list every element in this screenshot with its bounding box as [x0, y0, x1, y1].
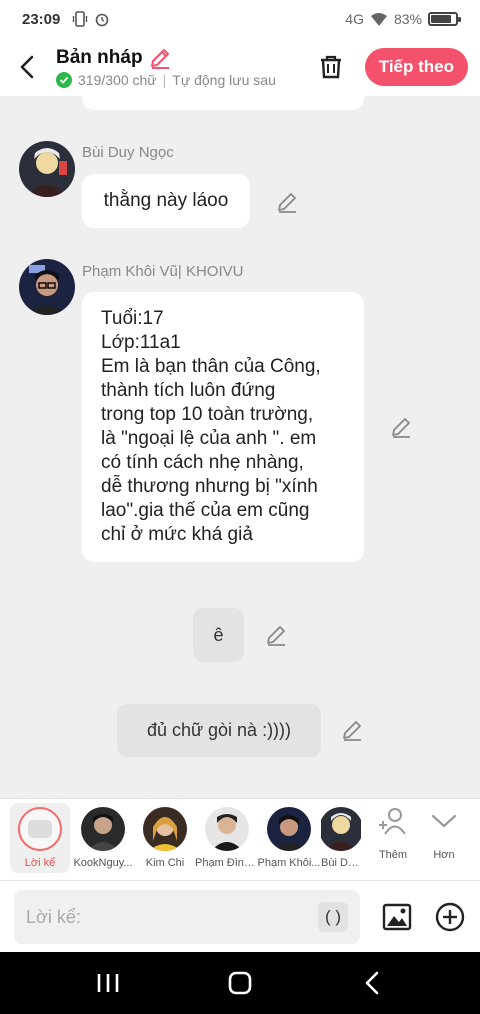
page-title: Bản nháp: [56, 46, 143, 68]
previous-message-bubble[interactable]: [82, 96, 364, 110]
message-input[interactable]: Lời kể: ( ): [14, 890, 360, 944]
character-name: Phạm Đình...: [195, 857, 259, 869]
add-icon[interactable]: [434, 901, 466, 933]
message-line: Lớp:11a1: [101, 332, 181, 353]
narration-bubble[interactable]: ê: [193, 608, 244, 662]
wifi-icon: [370, 13, 387, 26]
word-count: 319/300 chữ: [78, 71, 157, 88]
message-text: thằng này láoo: [103, 190, 229, 211]
recent-apps-button[interactable]: [88, 969, 128, 997]
trash-icon: [320, 55, 341, 79]
message-line: Tuổi:17: [101, 308, 164, 329]
back-nav-icon: [365, 971, 379, 995]
chat-area[interactable]: Bùi Duy Ngọc thằng này láoo Phạm Khôi Vũ…: [0, 96, 480, 798]
home-button[interactable]: [220, 969, 260, 997]
edit-message-icon[interactable]: [341, 719, 363, 741]
message-bubble[interactable]: thằng này láoo: [82, 174, 250, 228]
vibrate-icon: [73, 11, 88, 27]
back-nav-button[interactable]: [352, 969, 392, 997]
message-line: trong top 10 toàn trường,: [101, 404, 314, 425]
author-name: Bùi Duy Ngọc: [82, 144, 174, 161]
battery-percent: 83%: [393, 11, 422, 27]
check-icon: [56, 71, 72, 88]
character-name: Kim Chi: [145, 857, 185, 869]
message-text: ê: [213, 624, 224, 645]
message-line: có tính cách nhẹ nhàng,: [101, 452, 304, 473]
character-name: Bùi Du...: [321, 857, 361, 869]
header: Bản nháp 319/300 chữ | Tự động lưu sau T…: [0, 38, 480, 96]
message-text: đủ chữ gòi nà :)))): [146, 720, 292, 740]
character-pham-khoi[interactable]: Phạm Khôi...: [257, 803, 321, 873]
character-name: Phạm Khôi...: [257, 857, 321, 869]
edit-message-icon[interactable]: [265, 624, 287, 646]
delete-button[interactable]: [313, 49, 349, 85]
character-bui-duy[interactable]: Bùi Du...: [321, 803, 361, 873]
battery-icon: [428, 12, 461, 26]
chevron-down-icon: [431, 814, 457, 828]
character-narration[interactable]: Lời kể: [10, 803, 70, 873]
network-label: 4G: [345, 11, 364, 27]
avatar: [143, 807, 187, 851]
character-name: Lời kể: [24, 857, 56, 869]
next-button[interactable]: Tiếp theo: [364, 48, 468, 86]
avatar: [81, 807, 125, 851]
avatar: [321, 807, 361, 851]
avatar: [267, 807, 311, 851]
narration-bubble[interactable]: đủ chữ gòi nà :)))): [117, 704, 321, 757]
message-line: thành tích luôn đứng: [101, 380, 276, 401]
back-button[interactable]: [12, 47, 42, 87]
add-label: Thêm: [378, 849, 408, 861]
draft-titles: Bản nháp 319/300 chữ | Tự động lưu sau: [56, 47, 276, 88]
character-strip: Lời kể KookNguy... Kim Chi Phạm Đình... …: [0, 798, 480, 880]
add-person-icon: [379, 808, 406, 835]
home-icon: [228, 971, 252, 995]
edit-message-icon[interactable]: [276, 191, 298, 213]
message-line: Em là bạn thân của Công,: [101, 356, 321, 377]
alarm-icon: [96, 13, 109, 27]
status-time: 23:09: [22, 10, 61, 28]
system-nav-bar: [0, 952, 480, 1014]
character-kooknguy[interactable]: KookNguy...: [73, 803, 133, 873]
character-kim-chi[interactable]: Kim Chi: [135, 803, 195, 873]
edit-title-icon[interactable]: [149, 47, 171, 69]
input-bar: Lời kể: ( ): [0, 880, 480, 952]
avatar: [205, 807, 249, 851]
message-line: dễ thương nhưng bị "xính: [101, 476, 318, 497]
message-line: lao".gia thế của em cũng: [101, 500, 310, 521]
separator: |: [162, 71, 167, 88]
avatar-pham-khoi-vu[interactable]: [19, 259, 75, 315]
message-bubble[interactable]: Tuổi:17 Lớp:11a1 Em là bạn thân của Công…: [82, 292, 364, 562]
edit-message-icon[interactable]: [390, 416, 412, 438]
character-pham-dinh[interactable]: Phạm Đình...: [195, 803, 259, 873]
input-placeholder: Lời kể:: [26, 906, 81, 927]
add-character-button[interactable]: Thêm: [368, 805, 418, 861]
back-arrow-icon: [20, 55, 34, 79]
message-line: là "ngoại lệ của anh ". em: [101, 428, 317, 449]
avatar-bui-duy-ngoc[interactable]: [19, 141, 75, 197]
expand-button[interactable]: Hơn: [419, 805, 469, 861]
message-line: chỉ ở mức khá giả: [101, 524, 253, 545]
character-name: KookNguy...: [73, 857, 133, 869]
expand-label: Hơn: [433, 849, 455, 861]
parenthesis-button[interactable]: ( ): [318, 902, 348, 932]
recent-apps-icon: [97, 974, 119, 992]
image-icon[interactable]: [381, 901, 413, 933]
status-bar: 23:09 4G 83%: [0, 0, 480, 38]
autosave-label: Tự động lưu sau: [172, 71, 276, 88]
narration-icon: [18, 807, 62, 851]
author-name: Phạm Khôi Vũ| KHOIVU: [82, 263, 244, 280]
